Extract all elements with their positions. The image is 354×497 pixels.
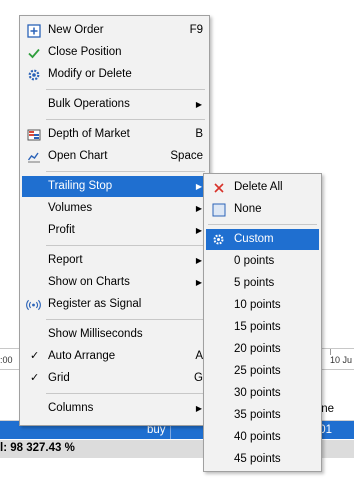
gear-icon xyxy=(26,67,41,82)
menu-item-label: Columns xyxy=(48,402,94,414)
menu-item-columns[interactable]: Columns ▶ xyxy=(22,398,207,419)
menu-item-close-position[interactable]: Close Position xyxy=(22,42,207,63)
menu-item-label: Register as Signal xyxy=(48,298,142,310)
submenu-item-delete-all[interactable]: Delete All xyxy=(206,177,319,198)
submenu-item-label: 40 points xyxy=(234,431,281,443)
menu-item-new-order[interactable]: New Order F9 xyxy=(22,20,207,41)
checkmark-icon: ✓ xyxy=(30,372,40,384)
submenu-item-points[interactable]: 20 points xyxy=(206,339,319,360)
submenu-item-points[interactable]: 25 points xyxy=(206,361,319,382)
ruler-label-right: 10 Ju xyxy=(329,355,352,365)
submenu-arrow-icon: ▶ xyxy=(195,404,202,413)
menu-item-label: Auto Arrange xyxy=(48,350,116,362)
gear-icon xyxy=(211,232,226,247)
submenu-arrow-icon: ▶ xyxy=(195,182,202,191)
menu-separator xyxy=(46,89,205,90)
menu-item-show-on-charts[interactable]: Show on Charts ▶ xyxy=(22,272,207,293)
menu-item-shortcut: B xyxy=(195,128,203,140)
submenu-item-label: 45 points xyxy=(234,453,281,465)
menu-separator xyxy=(46,119,205,120)
menu-separator xyxy=(46,245,205,246)
menu-item-modify-or-delete[interactable]: Modify or Delete xyxy=(22,64,207,85)
menu-item-label: Open Chart xyxy=(48,150,108,162)
depth-of-market-icon xyxy=(26,127,41,142)
submenu-item-none[interactable]: None xyxy=(206,199,319,220)
submenu-item-points[interactable]: 40 points xyxy=(206,427,319,448)
menu-item-trailing-stop[interactable]: Trailing Stop ▶ xyxy=(22,176,207,197)
submenu-arrow-icon: ▶ xyxy=(195,278,202,287)
menu-item-volumes[interactable]: Volumes ▶ xyxy=(22,198,207,219)
menu-item-label: Volumes xyxy=(48,202,93,214)
submenu-item-label: None xyxy=(234,203,262,215)
submenu-item-label: 35 points xyxy=(234,409,281,421)
submenu-item-points[interactable]: 0 points xyxy=(206,251,319,272)
new-order-icon xyxy=(26,23,41,38)
menu-separator xyxy=(46,319,205,320)
balance-status-text: l: 98 327.43 % xyxy=(0,442,75,454)
menu-item-label: Report xyxy=(48,254,83,266)
menu-item-label: New Order xyxy=(48,24,104,36)
menu-item-label: Show Milliseconds xyxy=(48,328,143,340)
submenu-item-label: 5 points xyxy=(234,277,275,289)
checkmark-icon: ✓ xyxy=(30,350,40,362)
menu-item-label: Trailing Stop xyxy=(48,180,113,192)
menu-item-label: Close Position xyxy=(48,46,122,58)
submenu-arrow-icon: ▶ xyxy=(195,226,202,235)
ruler-label-left: :00 xyxy=(0,355,13,365)
submenu-item-points[interactable]: 15 points xyxy=(206,317,319,338)
submenu-arrow-icon: ▶ xyxy=(195,204,202,213)
submenu-item-custom[interactable]: Custom xyxy=(206,229,319,250)
menu-item-depth-of-market[interactable]: Depth of Market B xyxy=(22,124,207,145)
submenu-item-label: 25 points xyxy=(234,365,281,377)
submenu-item-points[interactable]: 5 points xyxy=(206,273,319,294)
menu-item-shortcut: F9 xyxy=(189,24,203,36)
submenu-item-label: 15 points xyxy=(234,321,281,333)
menu-item-profit[interactable]: Profit ▶ xyxy=(22,220,207,241)
menu-item-open-chart[interactable]: Open Chart Space xyxy=(22,146,207,167)
menu-item-label: Grid xyxy=(48,372,70,384)
menu-item-shortcut: Space xyxy=(170,150,203,162)
submenu-arrow-icon: ▶ xyxy=(195,100,202,109)
submenu-item-label: 10 points xyxy=(234,299,281,311)
menu-item-label: Bulk Operations xyxy=(48,98,130,110)
chart-icon xyxy=(26,149,41,164)
submenu-item-points[interactable]: 45 points xyxy=(206,449,319,470)
trailing-stop-submenu: Delete All None Custom 0 points 5 points… xyxy=(203,173,322,472)
submenu-item-label: Delete All xyxy=(234,181,283,193)
menu-item-report[interactable]: Report ▶ xyxy=(22,250,207,271)
menu-item-show-milliseconds[interactable]: Show Milliseconds xyxy=(22,324,207,345)
menu-item-bulk-operations[interactable]: Bulk Operations ▶ xyxy=(22,94,207,115)
context-menu: New Order F9 Close Position Modify or De… xyxy=(19,15,210,426)
menu-item-shortcut: G xyxy=(194,372,203,384)
submenu-item-points[interactable]: 35 points xyxy=(206,405,319,426)
signal-icon xyxy=(26,297,41,312)
menu-item-label: Profit xyxy=(48,224,75,236)
submenu-item-label: 0 points xyxy=(234,255,275,267)
empty-box-icon xyxy=(211,202,226,217)
submenu-item-label: 20 points xyxy=(234,343,281,355)
header-column-label[interactable]: ne xyxy=(321,403,334,415)
submenu-item-label: Custom xyxy=(234,233,274,245)
menu-separator xyxy=(46,171,205,172)
menu-separator xyxy=(208,224,317,225)
submenu-item-label: 30 points xyxy=(234,387,281,399)
submenu-item-points[interactable]: 30 points xyxy=(206,383,319,404)
submenu-arrow-icon: ▶ xyxy=(195,256,202,265)
menu-item-auto-arrange[interactable]: ✓ Auto Arrange A xyxy=(22,346,207,367)
check-icon xyxy=(26,45,41,60)
menu-item-label: Modify or Delete xyxy=(48,68,132,80)
menu-item-grid[interactable]: ✓ Grid G xyxy=(22,368,207,389)
menu-item-shortcut: A xyxy=(195,350,203,362)
submenu-item-points[interactable]: 10 points xyxy=(206,295,319,316)
menu-item-label: Depth of Market xyxy=(48,128,130,140)
close-icon xyxy=(211,180,226,195)
menu-item-register-as-signal[interactable]: Register as Signal xyxy=(22,294,207,315)
menu-item-label: Show on Charts xyxy=(48,276,130,288)
menu-separator xyxy=(46,393,205,394)
